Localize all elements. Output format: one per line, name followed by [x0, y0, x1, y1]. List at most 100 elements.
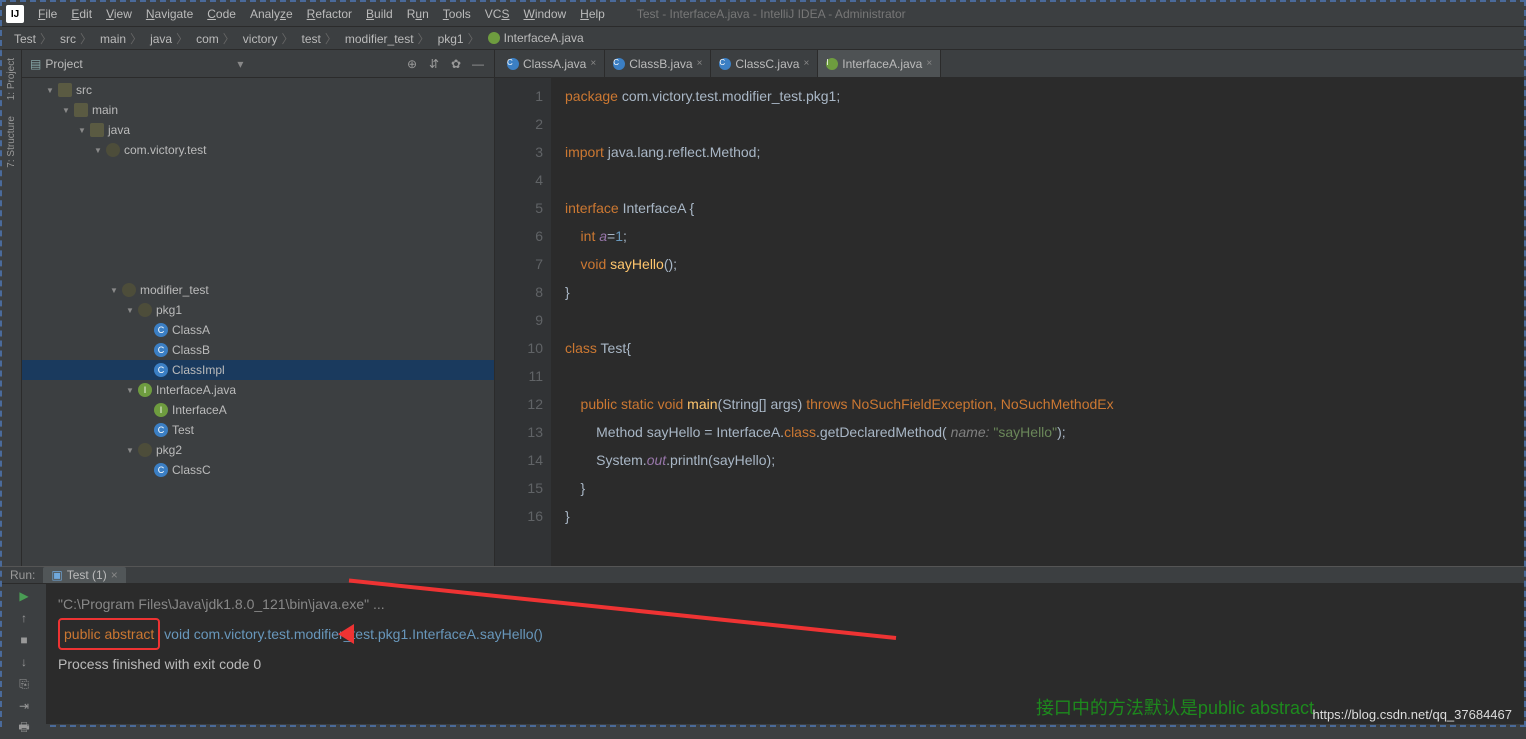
menu-window[interactable]: Window [517, 5, 572, 23]
class-icon: C [154, 423, 168, 437]
menu-help[interactable]: Help [574, 5, 611, 23]
run-toolbar: ▶ ↑ ■ ↓ ⎘ ⇥ 🖶 [2, 584, 46, 736]
interface-icon: I [154, 403, 168, 417]
collapse-icon[interactable]: ⇵ [426, 56, 442, 72]
breadcrumb: Test src main java com victory test modi… [2, 26, 1524, 50]
tree-node[interactable]: CClassA [22, 320, 494, 340]
interface-icon: I [138, 383, 152, 397]
annotation-text: 接口中的方法默认是public abstract [1036, 694, 1314, 722]
folder-icon: ▤ [30, 57, 41, 71]
project-tree[interactable]: ▼src▼main▼java▼com.victory.test ▼modifie… [22, 78, 494, 566]
code-area[interactable]: package com.victory.test.modifier_test.p… [551, 78, 1524, 566]
tree-node[interactable] [22, 220, 494, 240]
tree-node[interactable] [22, 500, 494, 520]
crumb-item[interactable]: InterfaceA.java [484, 31, 592, 45]
export-icon[interactable]: ⎘ [16, 676, 32, 692]
menu-run[interactable]: Run [401, 5, 435, 23]
tree-node[interactable]: CClassImpl [22, 360, 494, 380]
wrap-icon[interactable]: ⇥ [16, 698, 32, 714]
tree-node[interactable] [22, 260, 494, 280]
menu-refactor[interactable]: Refactor [301, 5, 358, 23]
print-icon[interactable]: 🖶 [16, 720, 32, 736]
watermark: https://blog.csdn.net/qq_37684467 [1313, 707, 1513, 722]
menu-analyze[interactable]: Analyze [244, 5, 299, 23]
up-icon[interactable]: ↑ [16, 610, 32, 626]
menu-tools[interactable]: Tools [437, 5, 477, 23]
editor-tab[interactable]: CClassC.java× [711, 50, 818, 77]
class-icon: C [507, 58, 519, 70]
tree-node[interactable]: CClassB [22, 340, 494, 360]
crumb-item[interactable]: com [192, 30, 239, 47]
close-icon[interactable]: × [803, 58, 809, 69]
tree-node[interactable]: IInterfaceA [22, 400, 494, 420]
tool-window-stripe: 1: Project 7: Structure [2, 50, 22, 566]
crumb-item[interactable]: pkg1 [434, 30, 484, 47]
package-icon [106, 143, 120, 157]
tree-node[interactable]: ▼main [22, 100, 494, 120]
menu-navigate[interactable]: Navigate [140, 5, 199, 23]
locate-icon[interactable]: ⊕ [404, 56, 420, 72]
folder-icon [74, 103, 88, 117]
class-icon: C [154, 363, 168, 377]
tree-node[interactable] [22, 160, 494, 180]
stop-icon[interactable]: ■ [16, 632, 32, 648]
hide-icon[interactable]: — [470, 56, 486, 72]
tree-node[interactable]: ▼com.victory.test [22, 140, 494, 160]
tree-node[interactable] [22, 480, 494, 500]
close-icon[interactable]: × [926, 58, 932, 69]
tree-node[interactable]: ▼java [22, 120, 494, 140]
class-icon: C [719, 58, 731, 70]
run-panel: Run: ▣Test (1)× ▶ ↑ ■ ↓ ⎘ ⇥ 🖶 "C:\Progra… [2, 566, 1524, 724]
tree-node[interactable] [22, 200, 494, 220]
menu-build[interactable]: Build [360, 5, 399, 23]
menu-vcs[interactable]: VCS [479, 5, 516, 23]
run-tab[interactable]: ▣Test (1)× [43, 567, 125, 583]
rerun-icon[interactable]: ▶ [16, 588, 32, 604]
interface-icon [488, 32, 500, 44]
close-icon[interactable]: × [590, 58, 596, 69]
tree-node[interactable] [22, 180, 494, 200]
crumb-item[interactable]: modifier_test [341, 30, 434, 47]
editor-tab[interactable]: CClassB.java× [605, 50, 711, 77]
crumb-item[interactable]: src [56, 30, 96, 47]
package-icon [122, 283, 136, 297]
editor-tab[interactable]: IInterfaceA.java× [818, 50, 941, 77]
crumb-item[interactable]: java [146, 30, 192, 47]
class-icon: C [154, 463, 168, 477]
tree-node[interactable]: ▼pkg1 [22, 300, 494, 320]
highlight-box: public abstract [58, 618, 160, 650]
tree-node[interactable]: ▼src [22, 80, 494, 100]
tree-node[interactable]: CClassC [22, 460, 494, 480]
annotation-arrow-head [338, 624, 354, 644]
folder-icon [90, 123, 104, 137]
class-icon: C [154, 343, 168, 357]
menu-edit[interactable]: Edit [65, 5, 98, 23]
menu-bar: IJ File Edit View Navigate Code Analyze … [2, 2, 1524, 26]
menu-view[interactable]: View [100, 5, 138, 23]
down-icon[interactable]: ↓ [16, 654, 32, 670]
tree-node[interactable]: ▼modifier_test [22, 280, 494, 300]
folder-icon [58, 83, 72, 97]
crumb-item[interactable]: Test [10, 30, 56, 47]
crumb-item[interactable]: victory [239, 30, 298, 47]
tree-node[interactable]: ▼IInterfaceA.java [22, 380, 494, 400]
tree-node[interactable] [22, 240, 494, 260]
gutter[interactable]: 1234◉↓56◉↓789▶1011▶1213141516 [495, 78, 551, 566]
sidetab-structure[interactable]: 7: Structure [4, 112, 19, 172]
menu-code[interactable]: Code [201, 5, 242, 23]
sidetab-project[interactable]: 1: Project [4, 54, 19, 104]
crumb-item[interactable]: test [297, 30, 340, 47]
crumb-item[interactable]: main [96, 30, 146, 47]
package-icon [138, 443, 152, 457]
interface-icon: I [826, 58, 838, 70]
close-icon[interactable]: × [697, 58, 703, 69]
run-label: Run: [10, 568, 35, 582]
editor-tab[interactable]: CClassA.java× [499, 50, 605, 77]
tree-node[interactable]: CTest [22, 420, 494, 440]
menu-file[interactable]: File [32, 5, 63, 23]
window-title: Test - InterfaceA.java - IntelliJ IDEA -… [637, 7, 906, 21]
settings-icon[interactable]: ✿ [448, 56, 464, 72]
console-output[interactable]: "C:\Program Files\Java\jdk1.8.0_121\bin\… [46, 584, 1524, 736]
project-title: Project [45, 57, 82, 71]
tree-node[interactable]: ▼pkg2 [22, 440, 494, 460]
